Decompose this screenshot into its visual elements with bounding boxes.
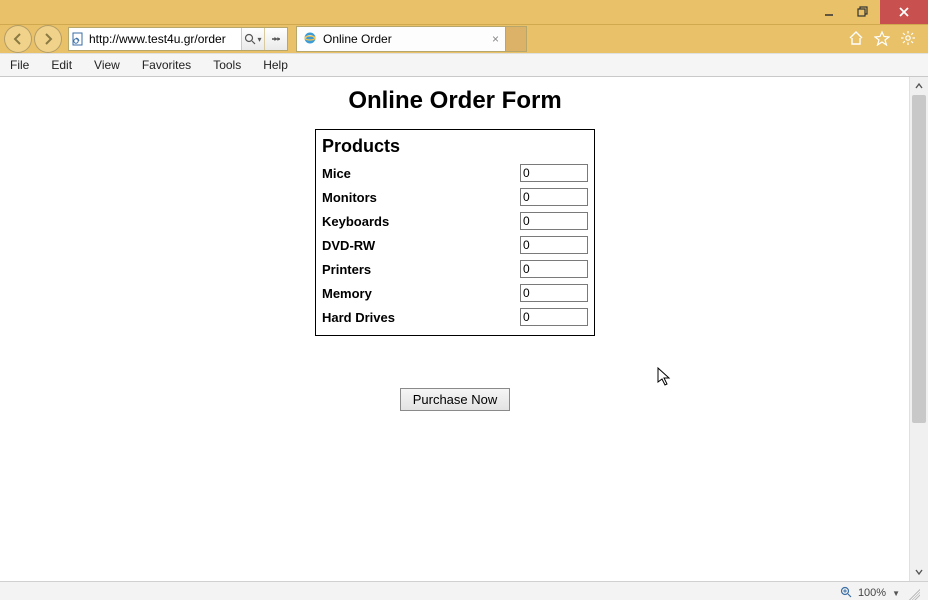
page-title: Online Order Form bbox=[0, 87, 910, 115]
product-row: Monitors bbox=[322, 185, 588, 209]
zoom-level[interactable]: 100% bbox=[858, 587, 886, 599]
new-tab-button[interactable] bbox=[506, 26, 527, 52]
menu-help[interactable]: Help bbox=[259, 56, 292, 74]
scroll-thumb[interactable] bbox=[912, 95, 926, 423]
window-minimize-button[interactable] bbox=[812, 0, 846, 24]
favorites-icon[interactable] bbox=[874, 30, 890, 49]
vertical-scrollbar[interactable] bbox=[909, 77, 928, 581]
window-titlebar bbox=[0, 0, 928, 25]
url-input[interactable] bbox=[87, 29, 241, 49]
home-icon[interactable] bbox=[848, 30, 864, 49]
product-label: Memory bbox=[322, 281, 514, 305]
products-fieldset: Products Mice Monitors Keyboards bbox=[315, 129, 595, 336]
product-label: Keyboards bbox=[322, 209, 514, 233]
product-label: Mice bbox=[322, 161, 514, 185]
refresh-button[interactable] bbox=[264, 28, 287, 50]
address-bar: ▾ bbox=[68, 27, 288, 51]
product-label: Monitors bbox=[322, 185, 514, 209]
forward-button[interactable] bbox=[34, 25, 62, 53]
product-label: Printers bbox=[322, 257, 514, 281]
product-qty-input[interactable] bbox=[520, 284, 588, 302]
browser-tab[interactable]: Online Order × bbox=[296, 26, 506, 52]
product-row: Hard Drives bbox=[322, 305, 588, 329]
menu-file[interactable]: File bbox=[6, 56, 33, 74]
products-table: Mice Monitors Keyboards DVD-RW bbox=[322, 161, 588, 329]
product-label: Hard Drives bbox=[322, 305, 514, 329]
zoom-dropdown[interactable]: ▼ bbox=[892, 589, 900, 598]
product-qty-input[interactable] bbox=[520, 188, 588, 206]
browser-viewport: Online Order Form Products Mice Monitors… bbox=[0, 77, 928, 581]
product-qty-input[interactable] bbox=[520, 236, 588, 254]
product-qty-input[interactable] bbox=[520, 164, 588, 182]
menu-bar: File Edit View Favorites Tools Help bbox=[0, 53, 928, 77]
product-row: Memory bbox=[322, 281, 588, 305]
product-row: Keyboards bbox=[322, 209, 588, 233]
purchase-button[interactable]: Purchase Now bbox=[400, 388, 511, 411]
window-close-button[interactable] bbox=[880, 0, 928, 24]
back-button[interactable] bbox=[4, 25, 32, 53]
product-qty-input[interactable] bbox=[520, 212, 588, 230]
page-content: Online Order Form Products Mice Monitors… bbox=[0, 77, 910, 581]
browser-navbar: ▾ Online Order × bbox=[0, 25, 928, 53]
tab-strip: Online Order × bbox=[296, 26, 527, 52]
menu-tools[interactable]: Tools bbox=[209, 56, 245, 74]
menu-view[interactable]: View bbox=[90, 56, 124, 74]
scroll-track[interactable] bbox=[910, 95, 928, 563]
search-button[interactable]: ▾ bbox=[241, 28, 264, 50]
tab-title: Online Order bbox=[323, 32, 392, 46]
navbar-right-icons bbox=[848, 30, 924, 49]
settings-icon[interactable] bbox=[900, 30, 916, 49]
product-qty-input[interactable] bbox=[520, 308, 588, 326]
status-bar: 100% ▼ bbox=[0, 581, 928, 600]
product-label: DVD-RW bbox=[322, 233, 514, 257]
product-row: Printers bbox=[322, 257, 588, 281]
menu-favorites[interactable]: Favorites bbox=[138, 56, 195, 74]
resize-grip[interactable] bbox=[906, 586, 920, 600]
product-qty-input[interactable] bbox=[520, 260, 588, 278]
products-heading: Products bbox=[322, 136, 588, 157]
page-icon bbox=[69, 32, 87, 46]
zoom-icon[interactable] bbox=[840, 586, 852, 600]
scroll-up-button[interactable] bbox=[910, 77, 928, 95]
tab-close-button[interactable]: × bbox=[492, 32, 499, 46]
menu-edit[interactable]: Edit bbox=[47, 56, 76, 74]
product-row: Mice bbox=[322, 161, 588, 185]
product-row: DVD-RW bbox=[322, 233, 588, 257]
window-restore-button[interactable] bbox=[846, 0, 880, 24]
ie-icon bbox=[303, 31, 317, 48]
scroll-down-button[interactable] bbox=[910, 563, 928, 581]
